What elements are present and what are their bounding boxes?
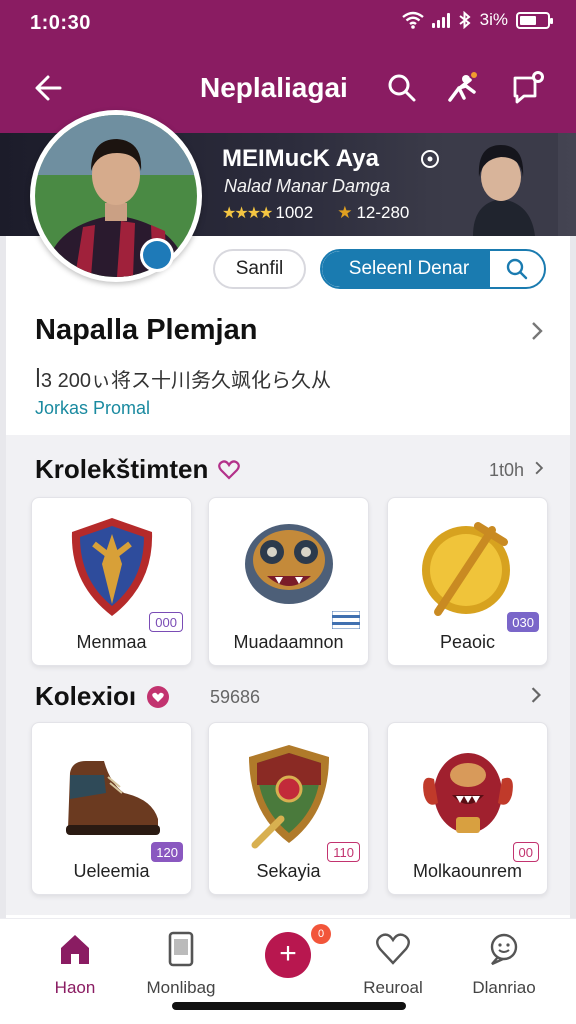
- item-tag: 000: [149, 612, 183, 632]
- chat-icon[interactable]: [510, 70, 546, 106]
- shield-icon: [71, 518, 152, 616]
- item-tag: 030: [507, 612, 539, 632]
- chat-bubble-icon: [490, 933, 518, 966]
- item-tag: 120: [151, 842, 183, 862]
- signal-icon: [431, 12, 450, 28]
- nav-bar: Neplaliagai: [0, 56, 576, 118]
- battery-icon: [516, 11, 553, 29]
- profile-link[interactable]: Jorkas Promal: [35, 398, 150, 419]
- monster-icon: [422, 753, 513, 833]
- collection-card[interactable]: 030 Peaoic: [387, 497, 548, 666]
- info-icon[interactable]: [420, 149, 440, 169]
- app-screen: 1:0:30 3i% Neplaliagai MEIMuсK Aya Nalad…: [0, 0, 576, 1024]
- item-name: Peaoic: [439, 632, 496, 652]
- medal-icon: ★: [337, 203, 353, 222]
- home-indicator[interactable]: [172, 1002, 406, 1010]
- profile-run-icon[interactable]: [444, 70, 480, 106]
- collection-title: Kolexioı: [35, 681, 170, 712]
- status-bar: 1:0:30 3i%: [0, 0, 576, 44]
- nav-item-label: Dlanriao: [472, 978, 536, 997]
- item-tag: 00: [512, 842, 539, 862]
- collection-title-text: Krolekštimten: [35, 454, 209, 484]
- item-tag: 110: [327, 842, 360, 862]
- nav-item-label: Reuroal: [363, 978, 423, 997]
- heart-icon[interactable]: [218, 459, 241, 480]
- robot-face-icon: [244, 524, 333, 604]
- phone-icon: [168, 931, 194, 967]
- nav-item-label: Haon: [54, 978, 96, 997]
- flag-icon: [332, 611, 360, 629]
- bluetooth-icon: [459, 11, 471, 29]
- collection-card[interactable]: Muadaamnon: [208, 497, 369, 666]
- battery-percent: 3i%: [479, 10, 508, 29]
- nav-item-favorites[interactable]: Reuroal: [338, 931, 448, 998]
- search-pill[interactable]: Seleenl Denar: [320, 249, 546, 289]
- crest-shield-icon: [248, 745, 329, 849]
- profile-title: Napalla Plemjan: [35, 314, 258, 346]
- status-icons: 3i%: [401, 10, 553, 30]
- item-name: Molkaounrem: [412, 861, 523, 881]
- player-stats: ★★★★ 1002 ★ 12-280: [222, 203, 409, 223]
- player-subtitle: Nalad Manar Damga: [224, 176, 391, 196]
- collection-card[interactable]: 110 Sekayia: [208, 722, 369, 895]
- stars-icon: ★★★★: [222, 205, 273, 222]
- collection-title: Krolekštimten: [35, 454, 241, 485]
- collection-card[interactable]: 120 Ueleemia: [31, 722, 192, 895]
- heart-badge-icon[interactable]: [146, 685, 170, 709]
- search-pill-label: Seleenl Denar: [322, 251, 490, 287]
- notification-badge: 0: [311, 924, 331, 944]
- nav-item-chat[interactable]: Dlanriao: [449, 931, 559, 998]
- status-time: 1:0:30: [30, 12, 91, 34]
- item-name: Sekayia: [256, 861, 321, 881]
- nav-item-label: Monlibag: [146, 978, 216, 997]
- nav-item-home[interactable]: Haon: [20, 931, 130, 998]
- chevron-right-icon[interactable]: [530, 320, 544, 342]
- collection-card[interactable]: 00 Molkaounrem: [387, 722, 548, 895]
- page-title: Neplaliagai: [200, 72, 348, 103]
- chevron-right-icon[interactable]: [534, 460, 544, 476]
- item-name: Menmaa: [76, 632, 147, 652]
- app-header: 1:0:30 3i% Neplaliagai: [0, 0, 576, 133]
- item-name: Ueleemia: [73, 861, 150, 881]
- player-photo: [443, 133, 558, 236]
- back-arrow-icon[interactable]: [30, 70, 70, 106]
- chevron-right-icon[interactable]: [530, 685, 542, 705]
- boot-icon: [65, 761, 160, 835]
- heart-outline-icon: [376, 933, 410, 965]
- nav-item-wallet[interactable]: Monlibag: [126, 931, 236, 998]
- stat-value: 1002: [275, 203, 314, 222]
- collection-count: 1t0h: [489, 460, 525, 480]
- search-icon[interactable]: [384, 70, 420, 106]
- player-name: MEIMuсK Aya: [222, 145, 379, 172]
- home-icon: [61, 935, 89, 964]
- wifi-icon: [401, 11, 424, 29]
- avatar[interactable]: [30, 110, 202, 282]
- item-name: Muadaamnon: [233, 632, 344, 652]
- coin-icon: [421, 522, 510, 616]
- profile-description: ꟾ3 200ぃ将ス十川务久飒化ら久从: [35, 370, 331, 392]
- add-button[interactable]: +: [265, 932, 311, 978]
- search-icon[interactable]: [490, 251, 544, 287]
- collection-count: 59686: [210, 687, 261, 707]
- collection-card[interactable]: 000 Menmaa: [31, 497, 192, 666]
- team-badge-icon: [140, 238, 174, 272]
- stat-value: 12-280: [356, 203, 410, 222]
- filter-chip[interactable]: Sanfil: [213, 249, 306, 289]
- collection-title-text: Kolexioı: [35, 681, 137, 711]
